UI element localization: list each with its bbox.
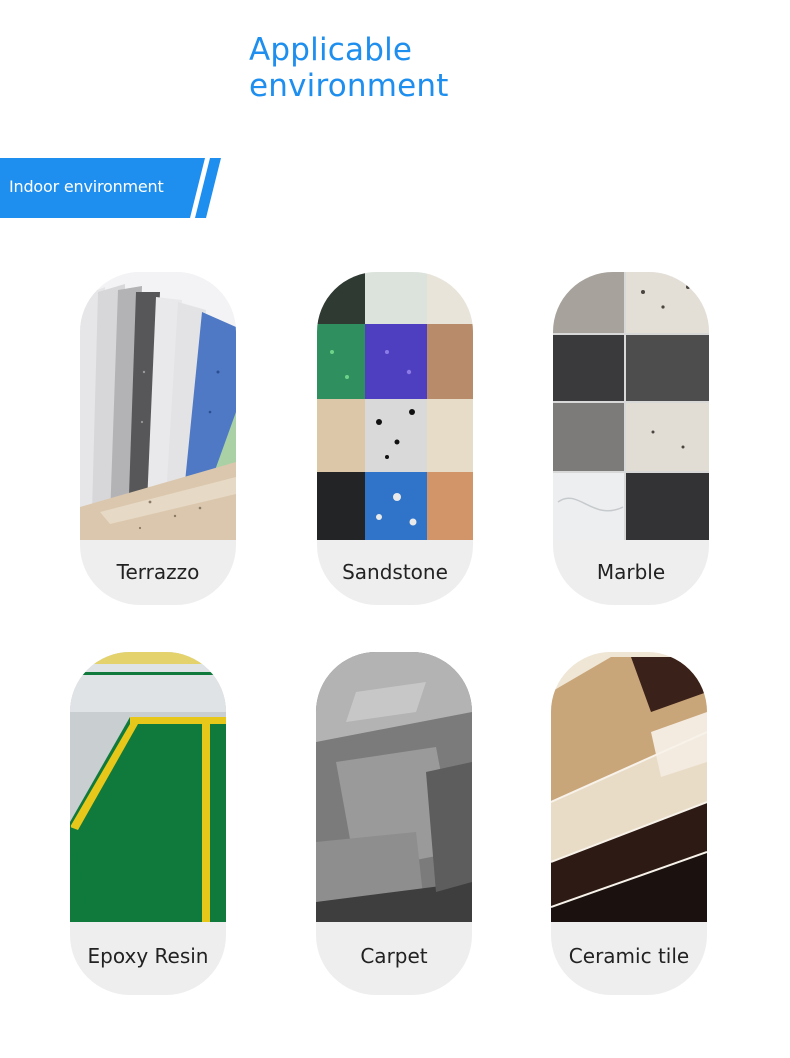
page-title-line-1: Applicable <box>249 32 413 68</box>
page-title: Applicable environment <box>249 32 449 104</box>
page-title-line-2: environment <box>249 68 449 104</box>
ceramic-tile-photo <box>551 652 707 922</box>
section-tag-label: Indoor environment <box>9 177 164 196</box>
material-label-ceramic-tile: Ceramic tile <box>568 944 690 968</box>
material-card-marble[interactable]: Marble <box>553 272 709 605</box>
material-label-marble: Marble <box>596 560 666 584</box>
material-label-carpet: Carpet <box>360 944 428 968</box>
material-label-terrazzo: Terrazzo <box>116 560 200 584</box>
carpet-photo <box>316 652 472 922</box>
sandstone-photo <box>317 272 473 540</box>
material-card-ceramic-tile[interactable]: Ceramic tile <box>551 652 707 995</box>
material-label-sandstone: Sandstone <box>342 560 448 584</box>
marble-photo <box>553 272 709 540</box>
material-card-terrazzo[interactable]: Terrazzo <box>80 272 236 605</box>
section-tag: Indoor environment <box>0 158 222 218</box>
material-card-carpet[interactable]: Carpet <box>316 652 472 995</box>
material-card-sandstone[interactable]: Sandstone <box>317 272 473 605</box>
material-card-epoxy-resin[interactable]: Epoxy Resin <box>70 652 226 995</box>
material-label-epoxy-resin: Epoxy Resin <box>87 944 209 968</box>
epoxy-resin-photo <box>70 652 226 922</box>
terrazzo-photo <box>80 272 236 540</box>
